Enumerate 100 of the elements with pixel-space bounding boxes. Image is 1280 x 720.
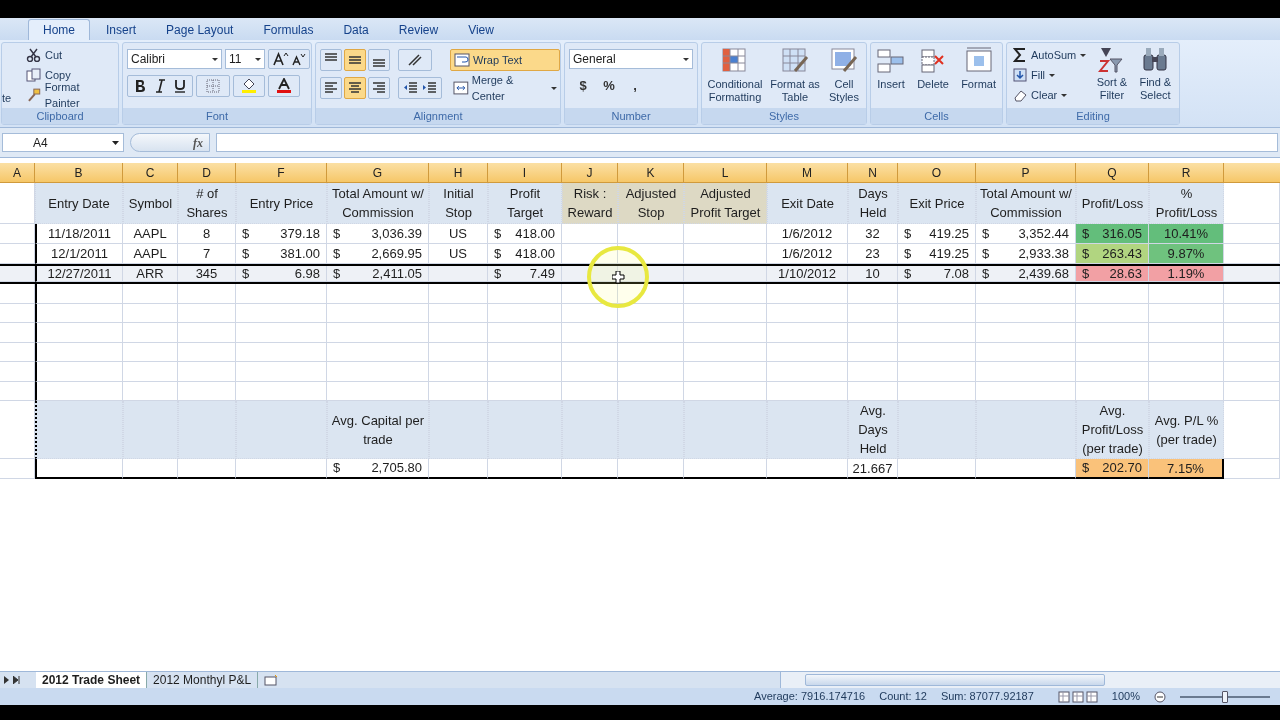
name-box[interactable]: A4 — [2, 133, 124, 152]
fill-color-button[interactable] — [233, 75, 265, 97]
column-header[interactable]: H — [429, 163, 488, 183]
column-header[interactable]: M — [767, 163, 848, 183]
header-cell: Symbol — [123, 183, 178, 224]
fill-down-icon — [1013, 68, 1027, 82]
ribbon-tab[interactable]: Home — [28, 19, 90, 40]
column-header[interactable]: L — [684, 163, 767, 183]
column-header[interactable]: A — [0, 163, 35, 183]
column-header[interactable]: K — [618, 163, 684, 183]
table-cell — [0, 342, 35, 362]
number-format-button[interactable]: % — [601, 76, 617, 96]
table-cell: 10.41% — [1149, 224, 1224, 244]
grow-font-icon — [272, 52, 289, 66]
sigma-icon — [1013, 48, 1027, 62]
ribbon-button[interactable]: Format as Table — [769, 47, 821, 108]
column-header[interactable]: P — [976, 163, 1076, 183]
column-header[interactable]: C — [123, 163, 178, 183]
column-header[interactable]: D — [178, 163, 236, 183]
merge-center-button[interactable]: Merge & Center — [450, 77, 560, 99]
sheet-tab[interactable]: 2012 Trade Sheet — [36, 672, 148, 688]
insert-function-button[interactable]: fx — [193, 133, 203, 152]
paste-button[interactable]: te — [2, 87, 18, 106]
dropdown-icon — [1061, 93, 1068, 97]
ribbon-button[interactable]: Format Painter — [24, 85, 118, 105]
dropdown-icon — [112, 140, 119, 145]
cell-value: 381.00 — [280, 244, 320, 263]
ribbon-tab[interactable]: Data — [329, 19, 383, 40]
zoom-level[interactable]: 100% — [1111, 688, 1140, 705]
table-cell — [0, 323, 35, 343]
header-cell: Risk : Reward — [562, 183, 618, 224]
column-header[interactable]: F — [236, 163, 327, 183]
align-top-button[interactable] — [320, 49, 342, 71]
column-header[interactable]: R — [1149, 163, 1224, 183]
align-right-button[interactable] — [368, 77, 390, 99]
column-header[interactable]: J — [562, 163, 618, 183]
header-cell: Total Amount w/ Commission — [976, 183, 1076, 224]
font-size-field[interactable]: 11 — [225, 49, 265, 69]
group-label: Styles — [769, 108, 799, 124]
ribbon-button[interactable]: Fill — [1011, 65, 1089, 85]
table-cell: 1/10/2012 — [767, 266, 848, 282]
dropdown-icon — [683, 57, 689, 61]
ribbon-button[interactable]: Cell Styles — [824, 47, 864, 108]
ribbon-button[interactable]: AutoSum — [1011, 45, 1089, 65]
brush-icon — [26, 88, 41, 102]
horizontal-scrollbar[interactable] — [780, 672, 1280, 688]
table-cell — [123, 401, 178, 459]
dropdown-icon — [255, 57, 261, 61]
ribbon-button[interactable]: Conditional Formatting — [704, 47, 766, 108]
orientation-button[interactable] — [398, 49, 432, 71]
header-cell: Total Amount w/ Commission — [327, 183, 429, 224]
table-cell — [562, 342, 618, 362]
table-cell: 10 — [848, 266, 898, 282]
new-sheet-icon[interactable] — [264, 674, 279, 686]
ribbon-button[interactable]: Sort & Filter — [1092, 45, 1132, 108]
column-header[interactable]: B — [35, 163, 123, 183]
ribbon-tab[interactable]: Page Layout — [152, 19, 248, 40]
copy-icon — [26, 68, 41, 82]
ribbon-button[interactable]: Format — [961, 47, 996, 108]
ribbon-tab[interactable]: Formulas — [249, 19, 328, 40]
table-brush-icon — [781, 47, 809, 75]
table-cell — [429, 303, 488, 323]
ribbon-tab[interactable]: Review — [384, 19, 453, 40]
zoom-slider-thumb[interactable] — [1222, 690, 1228, 703]
ribbon-button[interactable]: Cut — [24, 45, 118, 65]
column-header[interactable]: N — [848, 163, 898, 183]
currency-sign: $ — [333, 244, 341, 263]
font-name-field[interactable]: Calibri — [127, 49, 222, 69]
ribbon-tab[interactable]: View — [454, 19, 508, 40]
format-buttons[interactable] — [127, 75, 193, 97]
indent-buttons[interactable] — [398, 77, 442, 99]
ribbon-button[interactable]: Find & Select — [1135, 45, 1175, 108]
cell-value: 3,036.39 — [371, 224, 422, 243]
ribbon-button[interactable]: Insert — [877, 47, 905, 108]
font-color-button[interactable] — [268, 75, 300, 97]
number-format-button[interactable]: , — [627, 76, 643, 96]
column-header[interactable]: Q — [1076, 163, 1149, 183]
ribbon-button[interactable]: Delete — [917, 47, 949, 108]
align-middle-button[interactable] — [344, 49, 366, 71]
number-format-field[interactable]: General — [569, 49, 693, 69]
currency-sign: $ — [242, 224, 250, 243]
column-header[interactable]: I — [488, 163, 562, 183]
column-header[interactable]: O — [898, 163, 976, 183]
currency-sign: $ — [982, 224, 990, 243]
wrap-text-button[interactable]: Wrap Text — [450, 49, 560, 71]
ribbon-tab[interactable]: Insert — [92, 19, 151, 40]
currency-sign: $ — [1082, 224, 1090, 243]
align-center-button[interactable] — [344, 77, 366, 99]
formula-input[interactable] — [216, 133, 1278, 152]
align-left-button[interactable] — [320, 77, 342, 99]
cell-value: 28.63 — [1109, 266, 1142, 281]
column-header[interactable]: G — [327, 163, 429, 183]
ribbon-button[interactable]: Clear — [1011, 85, 1089, 105]
header-cell: Avg. Profit/Loss (per trade) — [1076, 401, 1149, 459]
currency-sign: $ — [494, 244, 502, 263]
conditional-formatting-icon — [721, 47, 749, 75]
font-size-buttons[interactable] — [268, 49, 310, 69]
number-format-button[interactable]: $ — [575, 76, 591, 96]
header-cell: Profit/Loss — [1076, 183, 1149, 224]
align-bottom-button[interactable] — [368, 49, 390, 71]
